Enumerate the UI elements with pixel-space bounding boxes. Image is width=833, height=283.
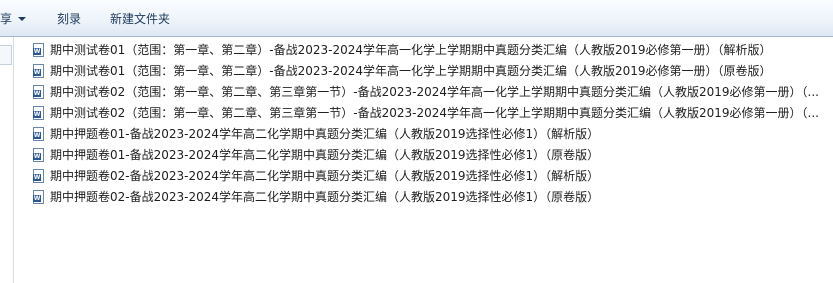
- word-doc-icon: [33, 106, 44, 120]
- file-row[interactable]: 期中押题卷01-备战2023-2024学年高二化学期中真题分类汇编（人教版201…: [15, 145, 833, 166]
- file-row[interactable]: 期中押题卷01-备战2023-2024学年高二化学期中真题分类汇编（人教版201…: [15, 124, 833, 145]
- word-doc-icon: [33, 148, 44, 162]
- file-row[interactable]: 期中押题卷02-备战2023-2024学年高二化学期中真题分类汇编（人教版201…: [15, 187, 833, 208]
- file-name[interactable]: 期中测试卷02（范围：第一章、第二章、第三章第一节）-备战2023-2024学年…: [50, 105, 828, 122]
- navigation-pane-item[interactable]: [0, 45, 12, 65]
- file-name[interactable]: 期中测试卷01（范围：第一章、第二章）-备战2023-2024学年高一化学上学期…: [50, 63, 828, 80]
- file-row[interactable]: 期中测试卷02（范围：第一章、第二章、第三章第一节）-备战2023-2024学年…: [15, 103, 833, 124]
- file-row[interactable]: 期中测试卷02（范围：第一章、第二章、第三章第一节）-备战2023-2024学年…: [15, 82, 833, 103]
- navigation-pane[interactable]: [0, 37, 14, 283]
- word-doc-icon: [33, 43, 44, 57]
- file-row[interactable]: 期中测试卷01（范围：第一章、第二章）-备战2023-2024学年高一化学上学期…: [15, 61, 833, 82]
- word-doc-icon: [33, 190, 44, 204]
- file-name[interactable]: 期中押题卷01-备战2023-2024学年高二化学期中真题分类汇编（人教版201…: [50, 147, 828, 164]
- new-folder-button[interactable]: 新建文件夹: [110, 11, 170, 27]
- file-name[interactable]: 期中押题卷01-备战2023-2024学年高二化学期中真题分类汇编（人教版201…: [50, 126, 828, 143]
- file-name[interactable]: 期中测试卷01（范围：第一章、第二章）-备战2023-2024学年高一化学上学期…: [50, 42, 828, 59]
- share-button[interactable]: 享: [0, 11, 12, 27]
- file-list: 期中测试卷01（范围：第一章、第二章）-备战2023-2024学年高一化学上学期…: [15, 40, 833, 208]
- word-doc-icon: [33, 85, 44, 99]
- burn-button[interactable]: 刻录: [57, 11, 81, 27]
- file-name[interactable]: 期中押题卷02-备战2023-2024学年高二化学期中真题分类汇编（人教版201…: [50, 189, 828, 206]
- file-name[interactable]: 期中测试卷02（范围：第一章、第二章、第三章第一节）-备战2023-2024学年…: [50, 84, 828, 101]
- word-doc-icon: [33, 169, 44, 183]
- file-row[interactable]: 期中押题卷02-备战2023-2024学年高二化学期中真题分类汇编（人教版201…: [15, 166, 833, 187]
- word-doc-icon: [33, 64, 44, 78]
- command-toolbar: 享 刻录 新建文件夹: [0, 0, 833, 37]
- word-doc-icon: [33, 127, 44, 141]
- share-dropdown-arrow-icon[interactable]: [18, 17, 26, 21]
- file-name[interactable]: 期中押题卷02-备战2023-2024学年高二化学期中真题分类汇编（人教版201…: [50, 168, 828, 185]
- file-row[interactable]: 期中测试卷01（范围：第一章、第二章）-备战2023-2024学年高一化学上学期…: [15, 40, 833, 61]
